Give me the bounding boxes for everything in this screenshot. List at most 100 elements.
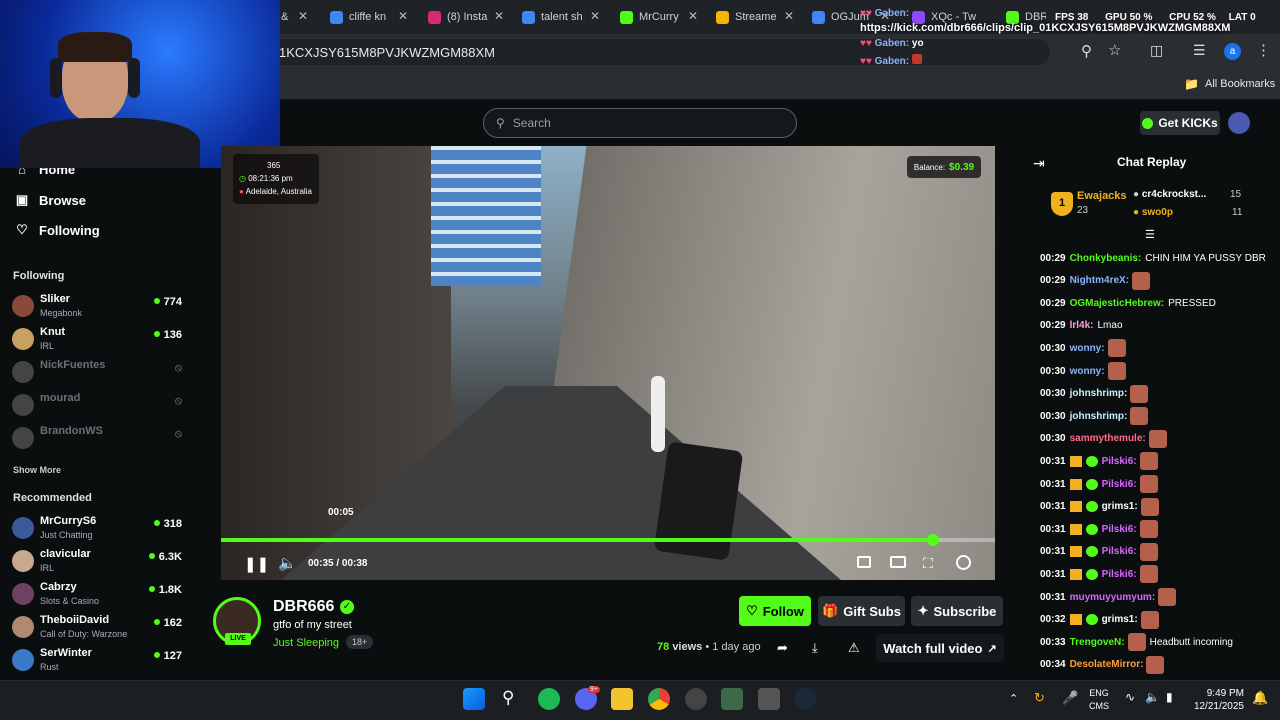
get-kicks-button[interactable]: Get KICKs (1140, 111, 1220, 135)
settings-app-icon[interactable] (758, 688, 780, 710)
show-more-link[interactable]: Show More (13, 465, 61, 475)
watch-full-video-button[interactable]: Watch full video ↗ (876, 634, 1004, 662)
follow-button[interactable]: ♡ Follow (739, 596, 811, 626)
settings-icon[interactable] (956, 555, 971, 570)
microphone-icon[interactable]: 🎤 (1062, 690, 1078, 706)
chat-username[interactable]: Nightm4reX: (1070, 275, 1129, 286)
channel-avatar (12, 517, 34, 539)
chat-username[interactable]: johnshrimp: (1070, 411, 1128, 422)
chat-timestamp: 00:31 (1040, 591, 1066, 603)
language-indicator[interactable]: ENG CMS (1089, 687, 1109, 713)
obs-icon[interactable] (685, 688, 707, 710)
sidebar-channel[interactable]: mourad ⦸ (12, 391, 182, 421)
sidebar-channel[interactable]: clavicular IRL 6.3K (12, 547, 182, 577)
chat-username[interactable]: wonny: (1070, 366, 1105, 377)
chat-emote (1140, 610, 1159, 629)
search-icon[interactable]: ⚲ (502, 688, 514, 708)
sidebar-channel[interactable]: MrCurryS6 Just Chatting 318 (12, 514, 182, 544)
verified-icon: ✓ (340, 600, 354, 614)
seek-bar[interactable] (221, 534, 995, 546)
sidebar-channel[interactable]: SerWinter Rust 127 (12, 646, 182, 676)
chat-username[interactable]: grims1: (1102, 501, 1138, 512)
chat-username[interactable]: Chonkybeanis: (1070, 253, 1142, 264)
chat-emote (1127, 633, 1146, 652)
chat-username[interactable]: Pilski6: (1102, 546, 1137, 557)
chat-username[interactable]: Pilski6: (1102, 569, 1137, 580)
steam-icon[interactable] (794, 688, 816, 710)
chat-username[interactable]: sammythemule: (1070, 433, 1146, 444)
seek-thumb[interactable] (927, 534, 940, 546)
notifications-icon[interactable]: 🔔 (1252, 690, 1268, 706)
volume-icon[interactable]: 🔈 (278, 554, 297, 572)
search-bar[interactable]: ⚲ Search (483, 108, 797, 138)
fullscreen-icon[interactable]: ⛶ (923, 555, 933, 572)
speaker-icon[interactable]: 🔈 (1145, 690, 1160, 704)
chat-username[interactable]: Pilski6: (1102, 524, 1137, 535)
tray-overflow-icon[interactable]: ⌃ (1009, 692, 1018, 705)
chat-username[interactable]: muymuyyumyum: (1070, 592, 1156, 603)
streamer-name[interactable]: DBR666 (273, 598, 334, 616)
tab-close-icon[interactable]: ✕ (590, 9, 600, 23)
address-url[interactable]: 1KCXJSY615M8PVJKWZMGM88XM (279, 45, 495, 60)
chat-username[interactable]: lrl4k: (1070, 320, 1094, 331)
chat-text: Lmao (1097, 320, 1123, 332)
stream-category[interactable]: Just Sleeping (273, 637, 339, 649)
miniplayer-icon[interactable] (857, 556, 871, 568)
sidebar-item-following[interactable]: ♡ Following (14, 222, 99, 238)
chat-username[interactable]: Pilski6: (1102, 456, 1137, 467)
gift-subs-button[interactable]: 🎁 Gift Subs (818, 596, 905, 626)
sidebar-channel[interactable]: Cabrzy Slots & Casino 1.8K (12, 580, 182, 610)
tab-close-icon[interactable]: ✕ (494, 9, 504, 23)
sidebar-channel[interactable]: TheboiiDavid Call of Duty: Warzone 162 (12, 613, 182, 643)
tab-close-icon[interactable]: ✕ (688, 9, 698, 23)
clip-url-overlay: https://kick.com/dbr666/clips/clip_01KCX… (860, 22, 1231, 34)
chat-timestamp: 00:29 (1040, 297, 1066, 309)
search-input[interactable]: Search (513, 116, 551, 130)
chat-timestamp: 00:29 (1040, 275, 1066, 287)
sidebar-channel[interactable]: NickFuentes ⦸ (12, 358, 182, 388)
channel-name: TheboiiDavid (40, 614, 110, 626)
chrome-icon[interactable] (648, 688, 670, 710)
wifi-icon[interactable]: ∿ (1125, 690, 1135, 704)
user-avatar[interactable] (1228, 112, 1250, 134)
chat-username[interactable]: TrengoveN: (1070, 637, 1125, 648)
chat-username[interactable]: johnshrimp: (1070, 388, 1128, 399)
gifter-3[interactable]: ● swo0p (1133, 207, 1173, 218)
theater-mode-icon[interactable] (890, 556, 906, 568)
spotify-icon[interactable] (538, 688, 560, 710)
gifter-icon: ● (1133, 207, 1140, 218)
download-icon[interactable]: ⤓ (812, 640, 818, 656)
views-info: 78 views • 1 day ago (657, 641, 761, 653)
top-gifter-name[interactable]: Ewajacks (1077, 190, 1127, 202)
tab-close-icon[interactable]: ✕ (298, 9, 308, 23)
channel-name: SerWinter (40, 647, 92, 659)
sidebar-item-browse[interactable]: ▣ Browse (14, 192, 86, 208)
app-icon[interactable] (721, 688, 743, 710)
file-explorer-icon[interactable] (611, 688, 633, 710)
gifter-2[interactable]: ● cr4ckrockst... (1133, 189, 1206, 200)
viewer-count-value: 774 (163, 296, 182, 308)
windows-start-icon[interactable] (463, 688, 485, 710)
pause-icon[interactable]: ❚❚ (244, 555, 269, 573)
live-dot-icon (148, 553, 155, 559)
all-bookmarks[interactable]: All Bookmarks (1205, 78, 1275, 90)
chat-username[interactable]: wonny: (1070, 343, 1105, 354)
chat-username[interactable]: DesolateMirror: (1070, 659, 1144, 670)
sidebar-channel[interactable]: Sliker Megabonk 774 (12, 292, 182, 322)
clock[interactable]: 9:49 PM 12/21/2025 (1192, 687, 1244, 713)
chat-username[interactable]: OGMajesticHebrew: (1070, 298, 1164, 309)
collapse-chat-icon[interactable]: ⇥ (1033, 155, 1045, 172)
share-icon[interactable]: ➦ (777, 640, 788, 656)
subscribe-button[interactable]: ✦ Subscribe (911, 596, 1003, 626)
chat-timestamp: 00:32 (1040, 614, 1066, 626)
sidebar-channel[interactable]: BrandonWS ⦸ (12, 424, 182, 454)
sidebar-channel[interactable]: Knut IRL 136 (12, 325, 182, 355)
battery-icon[interactable]: ▮ (1166, 690, 1173, 704)
viewer-count: 1.8K (148, 584, 182, 596)
tab-close-icon[interactable]: ✕ (398, 9, 408, 23)
chat-username[interactable]: grims1: (1102, 614, 1138, 625)
tray-app-icon[interactable]: ↻ (1034, 690, 1045, 706)
chat-username[interactable]: Pilski6: (1102, 479, 1137, 490)
report-icon[interactable]: ⚠ (848, 640, 860, 656)
tab-close-icon[interactable]: ✕ (784, 9, 794, 23)
